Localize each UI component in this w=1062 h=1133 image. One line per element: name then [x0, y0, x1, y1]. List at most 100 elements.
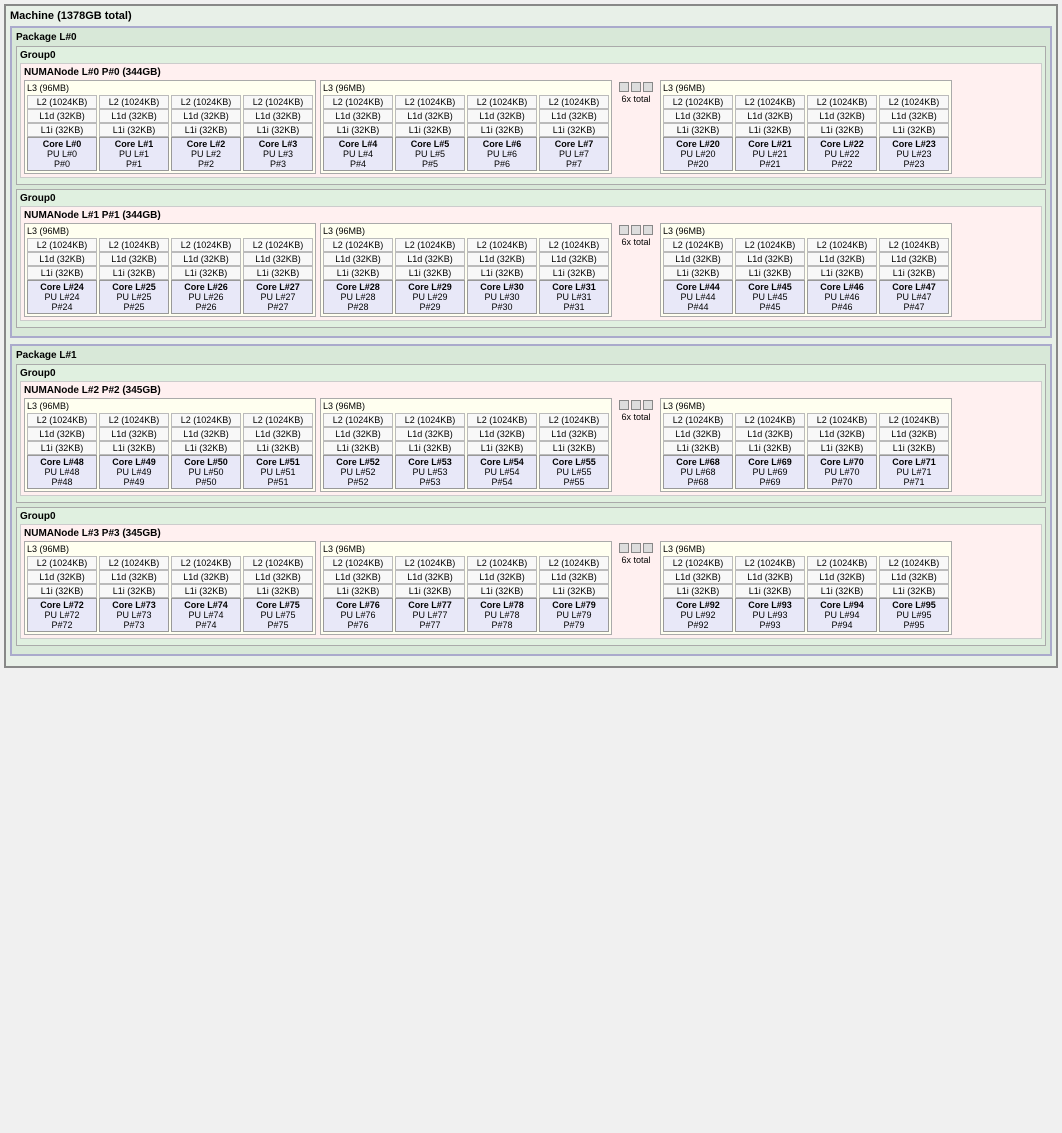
core-cell: Core L#69PU L#69P#69 [735, 455, 805, 489]
core-cell: Core L#26PU L#26P#26 [171, 280, 241, 314]
spacer-3: 6x total [616, 541, 656, 567]
core-cell: Core L#23PU L#23P#23 [879, 137, 949, 171]
core-cell: Core L#73PU L#73P#73 [99, 598, 169, 632]
package-0-title: Package L#0 [16, 32, 1046, 43]
core-cell: Core L#52PU L#52P#52 [323, 455, 393, 489]
machine: Machine (1378GB total) Package L#0 Group… [4, 4, 1058, 668]
numa-node-3: NUMANode L#3 P#3 (345GB) L3 (96MB) L2 (1… [20, 524, 1042, 639]
core-cell: Core L#2PU L#2P#2 [171, 137, 241, 171]
l1d-cache: L1d (32KB) [171, 109, 241, 123]
l1i-cache: L1i (32KB) [99, 123, 169, 137]
core-cell: Core L#50PU L#50P#50 [171, 455, 241, 489]
spacer-icon [631, 82, 641, 92]
group-1-0: Group0 NUMANode L#2 P#2 (345GB) L3 (96MB… [16, 364, 1046, 503]
core-cell: Core L#44PU L#44P#44 [663, 280, 733, 314]
l3-left-2: L3 (96MB) L2 (1024KB)L2 (1024KB)L2 (1024… [24, 398, 316, 492]
spacer-1: 6x total [616, 223, 656, 249]
core-cell: Core L#68PU L#68P#68 [663, 455, 733, 489]
core-cell: Core L#29PU L#29P#29 [395, 280, 465, 314]
group-0-1-title: Group0 [20, 193, 1042, 204]
core-cell: Core L#95PU L#95P#95 [879, 598, 949, 632]
package-1-title: Package L#1 [16, 350, 1046, 361]
l3-mid-1: L3 (96MB) L2 (1024KB)L2 (1024KB)L2 (1024… [320, 223, 612, 317]
l3-left-1: L3 (96MB) L2 (1024KB)L2 (1024KB)L2 (1024… [24, 223, 316, 317]
core-cell: Core L#77PU L#77P#77 [395, 598, 465, 632]
l3-mid-0-label: L3 (96MB) [323, 83, 609, 93]
core-cell: Core L#72PU L#72P#72 [27, 598, 97, 632]
l1i-cache: L1i (32KB) [171, 123, 241, 137]
core-cell: Core L#93PU L#93P#93 [735, 598, 805, 632]
core-cell: Core L#28PU L#28P#28 [323, 280, 393, 314]
numa-node-2: NUMANode L#2 P#2 (345GB) L3 (96MB) L2 (1… [20, 381, 1042, 496]
core-cell: Core L#49PU L#49P#49 [99, 455, 169, 489]
core-cell: Core L#27PU L#27P#27 [243, 280, 313, 314]
core-cell: Core L#47PU L#47P#47 [879, 280, 949, 314]
core-cell: Core L#70PU L#70P#70 [807, 455, 877, 489]
core-cell: Core L#30PU L#30P#30 [467, 280, 537, 314]
l3-left-0: L3 (96MB) L2 (1024KB)L2 (1024KB)L2 (1024… [24, 80, 316, 174]
package-1: Package L#1 Group0 NUMANode L#2 P#2 (345… [10, 344, 1052, 656]
core-cell: Core L#78PU L#78P#78 [467, 598, 537, 632]
l1d-cache: L1d (32KB) [99, 109, 169, 123]
core-cell: Core L#51PU L#51P#51 [243, 455, 313, 489]
core-cell: Core L#31PU L#31P#31 [539, 280, 609, 314]
spacer-0: 6x total [616, 80, 656, 106]
l1i-cache: L1i (32KB) [243, 123, 313, 137]
core-cell: Core L#71PU L#71P#71 [879, 455, 949, 489]
core-cell: Core L#53PU L#53P#53 [395, 455, 465, 489]
l3-right-0: L3 (96MB) L2 (1024KB)L2 (1024KB)L2 (1024… [660, 80, 952, 174]
l3-right-2: L3 (96MB) L2 (1024KB)L2 (1024KB)L2 (1024… [660, 398, 952, 492]
l3-left-3: L3 (96MB) L2 (1024KB)L2 (1024KB)L2 (1024… [24, 541, 316, 635]
numa-node-0: NUMANode L#0 P#0 (344GB) L3 (96MB) L2 (1… [20, 63, 1042, 178]
numa-node-3-title: NUMANode L#3 P#3 (345GB) [24, 528, 1038, 539]
l2-cache: L2 (1024KB) [243, 95, 313, 109]
l3-mid-3: L3 (96MB) L2 (1024KB)L2 (1024KB)L2 (1024… [320, 541, 612, 635]
core-cell: Core L#5PU L#5P#5 [395, 137, 465, 171]
core-cell: Core L#3PU L#3P#3 [243, 137, 313, 171]
package-0: Package L#0 Group0 NUMANode L#0 P#0 (344… [10, 26, 1052, 338]
numa-node-0-title: NUMANode L#0 P#0 (344GB) [24, 67, 1038, 78]
group-1-1-title: Group0 [20, 511, 1042, 522]
l3-right-0-label: L3 (96MB) [663, 83, 949, 93]
core-cell: Core L#6PU L#6P#6 [467, 137, 537, 171]
l3-right-1: L3 (96MB) L2 (1024KB)L2 (1024KB)L2 (1024… [660, 223, 952, 317]
core-cell: Core L#74PU L#74P#74 [171, 598, 241, 632]
l2-cache: L2 (1024KB) [27, 95, 97, 109]
numa-node-1-title: NUMANode L#1 P#1 (344GB) [24, 210, 1038, 221]
l3-right-3: L3 (96MB) L2 (1024KB)L2 (1024KB)L2 (1024… [660, 541, 952, 635]
numa-node-1: NUMANode L#1 P#1 (344GB) L3 (96MB) L2 (1… [20, 206, 1042, 321]
core-cell: Core L#75PU L#75P#75 [243, 598, 313, 632]
l1i-cache: L1i (32KB) [27, 123, 97, 137]
core-cell: Core L#22PU L#22P#22 [807, 137, 877, 171]
core-cell: Core L#79PU L#79P#79 [539, 598, 609, 632]
spacer-icons [619, 82, 653, 92]
spacer-icon [643, 82, 653, 92]
spacer-2: 6x total [616, 398, 656, 424]
group-1-1: Group0 NUMANode L#3 P#3 (345GB) L3 (96MB… [16, 507, 1046, 646]
l2-cache: L2 (1024KB) [99, 95, 169, 109]
spacer-text: 6x total [621, 94, 650, 104]
l1d-cache: L1d (32KB) [243, 109, 313, 123]
l3-mid-0: L3 (96MB) L2 (1024KB)L2 (1024KB)L2 (1024… [320, 80, 612, 174]
l3-left-0-label: L3 (96MB) [27, 83, 313, 93]
core-cell: Core L#94PU L#94P#94 [807, 598, 877, 632]
group-1-0-title: Group0 [20, 368, 1042, 379]
core-cell: Core L#0PU L#0P#0 [27, 137, 97, 171]
core-cell: Core L#54PU L#54P#54 [467, 455, 537, 489]
core-cell: Core L#92PU L#92P#92 [663, 598, 733, 632]
core-cell: Core L#48PU L#48P#48 [27, 455, 97, 489]
spacer-icon [619, 82, 629, 92]
core-cell: Core L#1PU L#1P#1 [99, 137, 169, 171]
l3-mid-2: L3 (96MB) L2 (1024KB)L2 (1024KB)L2 (1024… [320, 398, 612, 492]
core-cell: Core L#76PU L#76P#76 [323, 598, 393, 632]
l1d-cache: L1d (32KB) [27, 109, 97, 123]
group-0-0: Group0 NUMANode L#0 P#0 (344GB) L3 (96MB… [16, 46, 1046, 185]
l2-cache: L2 (1024KB) [171, 95, 241, 109]
core-cell: Core L#21PU L#21P#21 [735, 137, 805, 171]
group-0-1: Group0 NUMANode L#1 P#1 (344GB) L3 (96MB… [16, 189, 1046, 328]
core-cell: Core L#25PU L#25P#25 [99, 280, 169, 314]
core-cell: Core L#20PU L#20P#20 [663, 137, 733, 171]
machine-title: Machine (1378GB total) [10, 10, 1052, 22]
group-0-0-title: Group0 [20, 50, 1042, 61]
core-cell: Core L#45PU L#45P#45 [735, 280, 805, 314]
